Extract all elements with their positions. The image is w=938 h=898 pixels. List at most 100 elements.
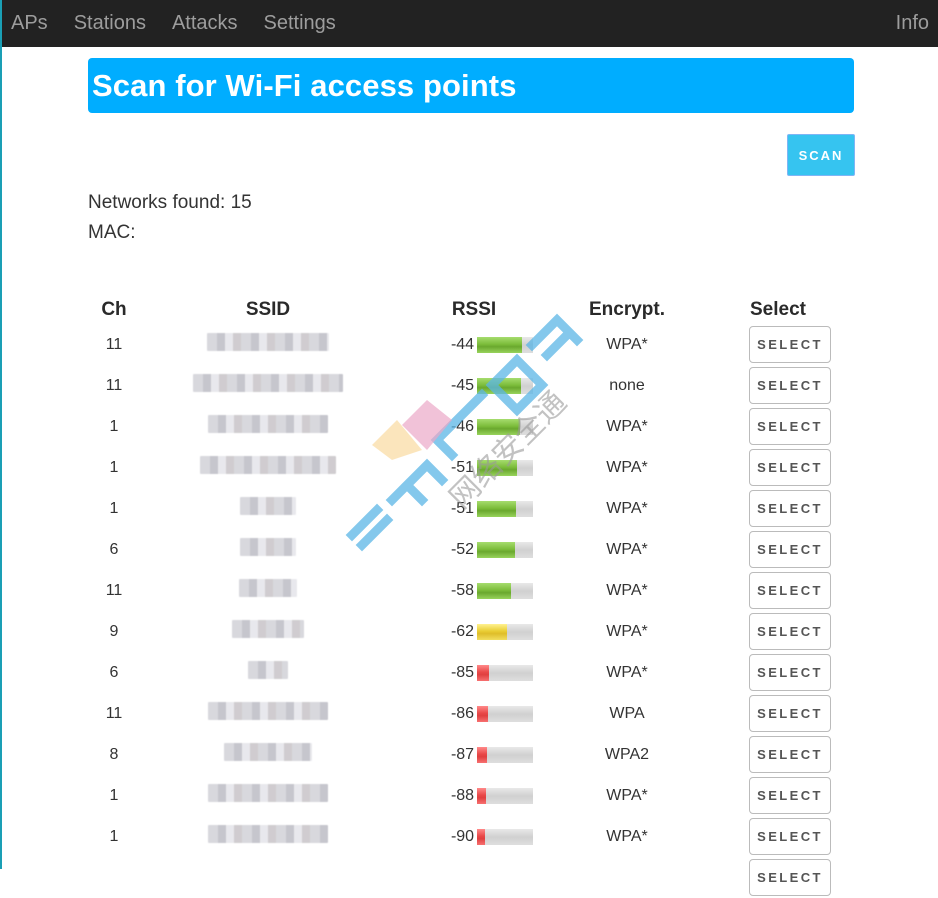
ssid-cell (140, 447, 396, 488)
table-row: 11 -45 none SELECT (88, 365, 854, 406)
ssid-cell (140, 816, 396, 857)
rssi-indicator: -88 (451, 787, 534, 805)
signal-fill (477, 336, 522, 353)
signal-fill (477, 623, 508, 640)
page-header: Scan for Wi-Fi access points (88, 58, 854, 113)
encryption: WPA (609, 704, 645, 722)
main-container: Scan for Wi-Fi access points SCAN Networ… (88, 58, 855, 896)
ssid-cell (140, 406, 396, 447)
rssi-cell (396, 857, 552, 898)
ssid-redacted (224, 743, 312, 761)
rssi-value: -86 (450, 704, 475, 722)
select-button[interactable]: SELECT (749, 449, 831, 486)
select-button[interactable]: SELECT (749, 818, 831, 855)
ssid-redacted (240, 497, 296, 515)
signal-fill (477, 459, 518, 476)
rssi-indicator: -46 (450, 417, 534, 436)
rssi-indicator: -51 (451, 500, 534, 518)
nav-info[interactable]: Info (896, 0, 929, 47)
table-row: 9 -62 WPA* SELECT (88, 611, 854, 652)
rssi-cell: -86 (396, 693, 552, 734)
select-button[interactable]: SELECT (749, 736, 831, 773)
encryption: WPA2 (604, 745, 650, 763)
select-button[interactable]: SELECT (749, 326, 831, 363)
col-ch: Ch (101, 299, 127, 320)
encryption: WPA* (606, 458, 648, 476)
table-row: 6 -52 WPA* SELECT (88, 529, 854, 570)
signal-fill (477, 787, 487, 804)
select-cell: SELECT (702, 488, 854, 529)
nav-stations[interactable]: Stations (74, 0, 146, 47)
ssid-redacted (208, 784, 328, 802)
select-button[interactable]: SELECT (749, 613, 831, 650)
channel: 1 (109, 417, 119, 435)
select-button[interactable]: SELECT (749, 531, 831, 568)
select-cell: SELECT (702, 570, 854, 611)
rssi-value: -58 (450, 581, 475, 599)
select-button[interactable]: SELECT (749, 408, 831, 445)
table-row: 11 -58 WPA* SELECT (88, 570, 854, 611)
rssi-indicator: -45 (451, 377, 534, 395)
ssid-cell (140, 488, 396, 529)
nav-settings[interactable]: Settings (264, 0, 336, 47)
signal-meter (477, 828, 534, 845)
rssi-indicator: -90 (450, 827, 534, 846)
select-cell: SELECT (702, 324, 854, 365)
nav-attacks[interactable]: Attacks (172, 0, 238, 47)
channel (88, 857, 140, 898)
select-button[interactable]: SELECT (749, 695, 831, 732)
mac-label: MAC: (88, 222, 136, 243)
rssi-indicator: -51 (450, 458, 534, 477)
table-row: 11 -44 WPA* SELECT (88, 324, 854, 365)
select-cell: SELECT (702, 365, 854, 406)
select-cell: SELECT (702, 406, 854, 447)
select-button[interactable]: SELECT (749, 490, 831, 527)
select-button[interactable]: SELECT (749, 572, 831, 609)
table-row: 6 -85 WPA* SELECT (88, 652, 854, 693)
table-row: 1 -51 WPA* SELECT (88, 488, 854, 529)
signal-fill (477, 664, 490, 681)
rssi-cell: -87 (396, 734, 552, 775)
signal-meter (477, 746, 534, 763)
col-ssid: SSID (245, 299, 291, 320)
channel: 11 (105, 376, 123, 394)
encryption: WPA* (606, 499, 648, 517)
signal-fill (477, 746, 488, 763)
rssi-cell: -44 (396, 324, 552, 365)
nav-aps[interactable]: APs (11, 0, 48, 47)
rssi-indicator: -52 (451, 541, 534, 559)
rssi-cell: -51 (396, 488, 552, 529)
select-button[interactable]: SELECT (749, 777, 831, 814)
encryption (552, 857, 702, 898)
rssi-indicator: -86 (450, 704, 534, 723)
col-rssi: RSSI (451, 299, 497, 320)
rssi-value: -90 (450, 827, 475, 845)
scan-button[interactable]: SCAN (787, 134, 855, 176)
ssid-redacted (208, 825, 328, 843)
select-button[interactable]: SELECT (749, 859, 831, 896)
rssi-cell: -88 (396, 775, 552, 816)
rssi-value: -85 (450, 663, 475, 681)
ssid-cell (140, 324, 396, 365)
signal-fill (477, 705, 489, 722)
ssid-redacted (207, 333, 329, 351)
table-row: 1 -46 WPA* SELECT (88, 406, 854, 447)
rssi-value: -51 (450, 458, 475, 476)
channel: 9 (109, 622, 119, 640)
rssi-indicator: -87 (451, 746, 534, 764)
select-button[interactable]: SELECT (749, 654, 831, 691)
table-body: 11 -44 WPA* SELECT 11 -45 none SELECT 1 … (88, 324, 854, 898)
select-cell: SELECT (702, 693, 854, 734)
rssi-indicator: -62 (451, 623, 534, 641)
table-row: 1 -90 WPA* SELECT (88, 816, 854, 857)
select-button[interactable]: SELECT (749, 367, 831, 404)
channel: 11 (105, 581, 123, 599)
rssi-indicator: -58 (450, 581, 534, 600)
signal-fill (477, 418, 521, 435)
rssi-value: -46 (450, 417, 475, 435)
signal-meter (477, 500, 534, 517)
encryption: WPA* (606, 417, 648, 435)
ssid-redacted (248, 661, 288, 679)
channel: 1 (109, 458, 119, 476)
signal-meter (477, 418, 534, 435)
